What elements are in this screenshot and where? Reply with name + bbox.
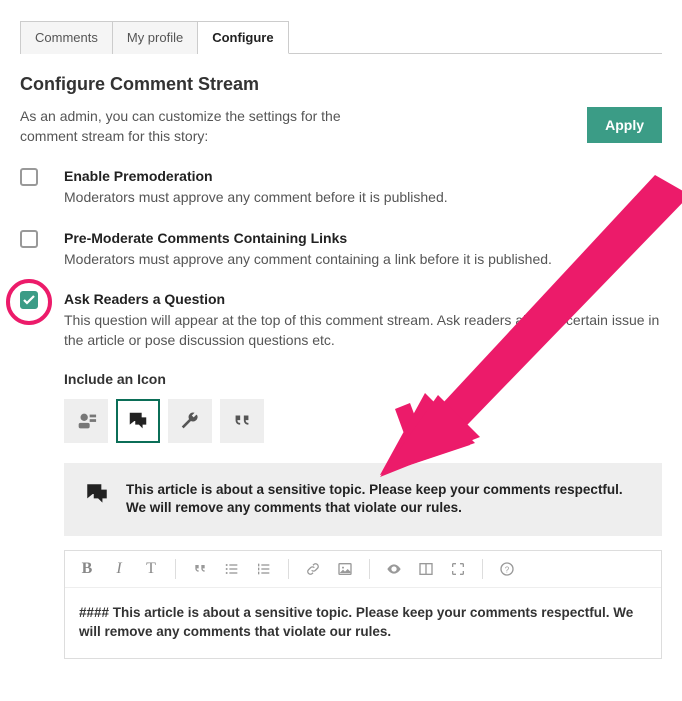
toolbar-italic[interactable]: I bbox=[109, 559, 129, 579]
icon-choice-chat[interactable] bbox=[116, 399, 160, 443]
intro-text: As an admin, you can customize the setti… bbox=[20, 107, 380, 146]
toolbar-separator bbox=[288, 559, 289, 579]
toolbar-list-ol[interactable] bbox=[254, 559, 274, 579]
quote-icon bbox=[231, 410, 253, 432]
tab-my-profile[interactable]: My profile bbox=[113, 21, 198, 54]
toolbar-separator bbox=[369, 559, 370, 579]
checkbox-ask-question[interactable] bbox=[20, 291, 38, 309]
editor-toolbar: B I T bbox=[65, 551, 661, 588]
icon-choices bbox=[64, 399, 662, 443]
setting-ask-question: Ask Readers a Question This question wil… bbox=[20, 291, 662, 659]
setting-premod-links-desc: Moderators must approve any comment cont… bbox=[64, 250, 662, 270]
toolbar-fullscreen[interactable] bbox=[448, 559, 468, 579]
page-title: Configure Comment Stream bbox=[20, 74, 662, 95]
editor-content[interactable]: #### This article is about a sensitive t… bbox=[65, 588, 661, 658]
icon-choice-person[interactable] bbox=[64, 399, 108, 443]
svg-text:?: ? bbox=[505, 566, 510, 575]
toolbar-separator bbox=[175, 559, 176, 579]
toolbar-link[interactable] bbox=[303, 559, 323, 579]
checkbox-premoderation[interactable] bbox=[20, 168, 38, 186]
include-icon-label: Include an Icon bbox=[64, 371, 662, 387]
toolbar-bold[interactable]: B bbox=[77, 559, 97, 579]
setting-premoderation: Enable Premoderation Moderators must app… bbox=[20, 168, 662, 208]
icon-choice-wrench[interactable] bbox=[168, 399, 212, 443]
question-preview: This article is about a sensitive topic.… bbox=[64, 463, 662, 537]
text-editor: B I T bbox=[64, 550, 662, 659]
toolbar-quote[interactable] bbox=[190, 559, 210, 579]
tab-configure[interactable]: Configure bbox=[198, 21, 288, 54]
setting-premod-links: Pre-Moderate Comments Containing Links M… bbox=[20, 230, 662, 270]
apply-button[interactable]: Apply bbox=[587, 107, 662, 143]
checkbox-premod-links[interactable] bbox=[20, 230, 38, 248]
setting-premoderation-title: Enable Premoderation bbox=[64, 168, 662, 184]
setting-ask-question-title: Ask Readers a Question bbox=[64, 291, 662, 307]
toolbar-help[interactable]: ? bbox=[497, 559, 517, 579]
preview-text: This article is about a sensitive topic.… bbox=[126, 481, 642, 519]
chat-icon bbox=[127, 410, 149, 432]
chat-icon bbox=[84, 481, 110, 507]
setting-premod-links-title: Pre-Moderate Comments Containing Links bbox=[64, 230, 662, 246]
toolbar-preview[interactable] bbox=[384, 559, 404, 579]
toolbar-text[interactable]: T bbox=[141, 559, 161, 579]
tab-comments[interactable]: Comments bbox=[20, 21, 113, 54]
intro-row: As an admin, you can customize the setti… bbox=[20, 107, 662, 146]
toolbar-image[interactable] bbox=[335, 559, 355, 579]
toolbar-separator bbox=[482, 559, 483, 579]
toolbar-side-by-side[interactable] bbox=[416, 559, 436, 579]
tab-bar: Comments My profile Configure bbox=[20, 20, 662, 54]
wrench-icon bbox=[179, 410, 201, 432]
toolbar-list-ul[interactable] bbox=[222, 559, 242, 579]
icon-choice-quote[interactable] bbox=[220, 399, 264, 443]
setting-ask-question-desc: This question will appear at the top of … bbox=[64, 311, 662, 350]
setting-premoderation-desc: Moderators must approve any comment befo… bbox=[64, 188, 662, 208]
person-icon bbox=[75, 410, 97, 432]
